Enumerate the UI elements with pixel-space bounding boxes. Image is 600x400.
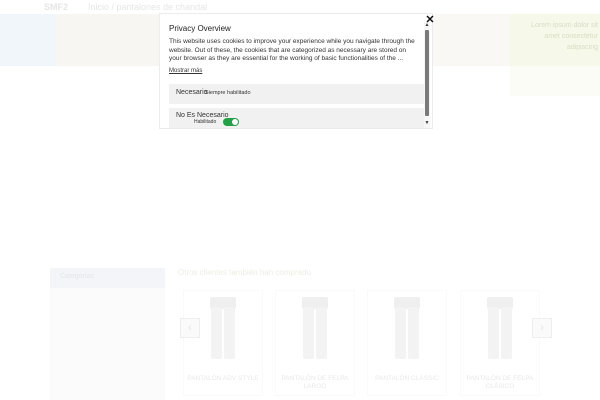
- scroll-down-arrow-icon[interactable]: ▼: [424, 120, 430, 126]
- product-card[interactable]: PANTALÓN DE FELPA LARGO: [275, 290, 355, 396]
- cookie-category-non-necessary[interactable]: No Es Necesario Habilitado: [169, 108, 424, 128]
- site-logo: SMF2: [44, 2, 69, 12]
- close-icon[interactable]: ✕: [424, 14, 436, 26]
- product-name: PANTALÓN DE FELPA CLÁSICO: [466, 375, 534, 390]
- toggle-knob: [232, 119, 238, 125]
- modal-scrollbar-thumb[interactable]: [425, 30, 429, 116]
- promo-tile-shadow: [510, 66, 600, 96]
- toggle-label: Habilitado: [194, 119, 217, 125]
- product-card[interactable]: PANTALÓN DE FELPA CLÁSICO: [460, 290, 540, 396]
- related-products-title: Otros clientes también han comprado: [178, 268, 311, 277]
- product-card[interactable]: PANTALÓN ADV STYLE: [183, 290, 263, 396]
- hero-tile: [430, 14, 510, 66]
- category-sidebar-title: Categorías: [60, 273, 95, 280]
- modal-description: This website uses cookies to improve you…: [169, 38, 415, 62]
- cookie-category-title: No Es Necesario: [176, 112, 229, 119]
- non-necessary-toggle[interactable]: [223, 118, 239, 126]
- show-more-link[interactable]: Mostrar más: [169, 68, 202, 74]
- product-name: PANTALÓN CLASSIC: [375, 375, 439, 382]
- always-enabled-label: Siempre habilitado: [205, 90, 251, 96]
- breadcrumb: Inicio / pantalones de chandal: [88, 2, 208, 12]
- cookie-category-necessary[interactable]: Necesario Siempre habilitado: [169, 84, 424, 104]
- carousel-next-button[interactable]: ›: [532, 318, 552, 338]
- modal-title: Privacy Overview: [169, 24, 231, 33]
- pants-image: [210, 297, 236, 359]
- promo-text: Lorem ipsum dolor sit amet consectetur a…: [531, 22, 598, 51]
- carousel-prev-button[interactable]: ‹: [180, 318, 200, 338]
- pants-image: [487, 297, 513, 359]
- pants-image: [394, 297, 420, 359]
- pants-image: [302, 297, 328, 359]
- product-name: PANTALÓN DE FELPA LARGO: [281, 375, 349, 390]
- product-name: PANTALÓN ADV STYLE: [187, 375, 259, 382]
- hero-tile: [0, 14, 56, 66]
- hero-tile: [56, 14, 162, 66]
- product-card[interactable]: PANTALÓN CLASSIC: [367, 290, 447, 396]
- cookie-category-title: Necesario: [176, 89, 208, 96]
